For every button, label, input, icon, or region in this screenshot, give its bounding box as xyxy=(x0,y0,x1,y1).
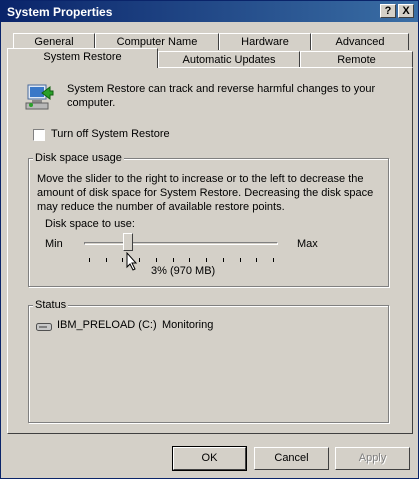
slider-min-label: Min xyxy=(45,238,63,250)
turn-off-label[interactable]: Turn off System Restore xyxy=(51,128,170,140)
ok-button[interactable]: OK xyxy=(172,446,247,471)
tab-automatic-updates[interactable]: Automatic Updates xyxy=(158,51,300,68)
slider-tick xyxy=(106,258,107,262)
drive-icon xyxy=(36,322,52,331)
drive-status: Monitoring xyxy=(162,319,214,331)
slider-tick xyxy=(173,258,174,262)
apply-button-label: Apply xyxy=(358,452,387,464)
disk-space-description: Move the slider to the right to increase… xyxy=(37,173,374,213)
system-properties-window: System Properties ? X General Computer N… xyxy=(0,0,419,479)
disk-space-legend: Disk space usage xyxy=(33,152,124,164)
slider-thumb[interactable] xyxy=(123,233,133,251)
slider-tick xyxy=(139,258,140,262)
system-restore-panel: System Restore can track and reverse har… xyxy=(7,67,413,434)
intro-text: System Restore can track and reverse har… xyxy=(67,83,376,109)
window-title: System Properties xyxy=(7,5,113,19)
cancel-button[interactable]: Cancel xyxy=(254,447,329,470)
slider-tick xyxy=(273,258,274,262)
slider-tick xyxy=(122,258,123,262)
system-restore-icon xyxy=(22,81,54,113)
status-legend: Status xyxy=(33,299,69,311)
tab-advanced[interactable]: Advanced xyxy=(311,33,409,50)
slider-tick xyxy=(89,258,90,262)
turn-off-checkbox[interactable] xyxy=(33,129,45,141)
drive-name[interactable]: IBM_PRELOAD (C:) xyxy=(57,319,157,331)
apply-button[interactable]: Apply xyxy=(335,447,410,470)
tab-system-restore[interactable]: System Restore xyxy=(7,48,158,68)
help-button[interactable]: ? xyxy=(380,4,396,18)
tab-remote[interactable]: Remote xyxy=(300,51,413,68)
slider-tick xyxy=(256,258,257,262)
disk-space-to-use-label: Disk space to use: xyxy=(45,218,135,230)
slider-value-text: 3% (970 MB) xyxy=(151,265,216,277)
tab-hardware[interactable]: Hardware xyxy=(219,33,311,50)
slider-tick xyxy=(189,258,190,262)
mouse-cursor-icon xyxy=(126,251,138,272)
slider-max-label: Max xyxy=(297,238,318,250)
title-bar[interactable]: System Properties ? X xyxy=(1,1,418,22)
disk-space-slider[interactable] xyxy=(84,233,278,269)
slider-ticks xyxy=(84,258,278,262)
slider-tick xyxy=(223,258,224,262)
slider-tick xyxy=(240,258,241,262)
slider-track xyxy=(84,242,278,245)
slider-tick xyxy=(206,258,207,262)
close-button[interactable]: X xyxy=(398,4,414,18)
slider-tick xyxy=(156,258,157,262)
